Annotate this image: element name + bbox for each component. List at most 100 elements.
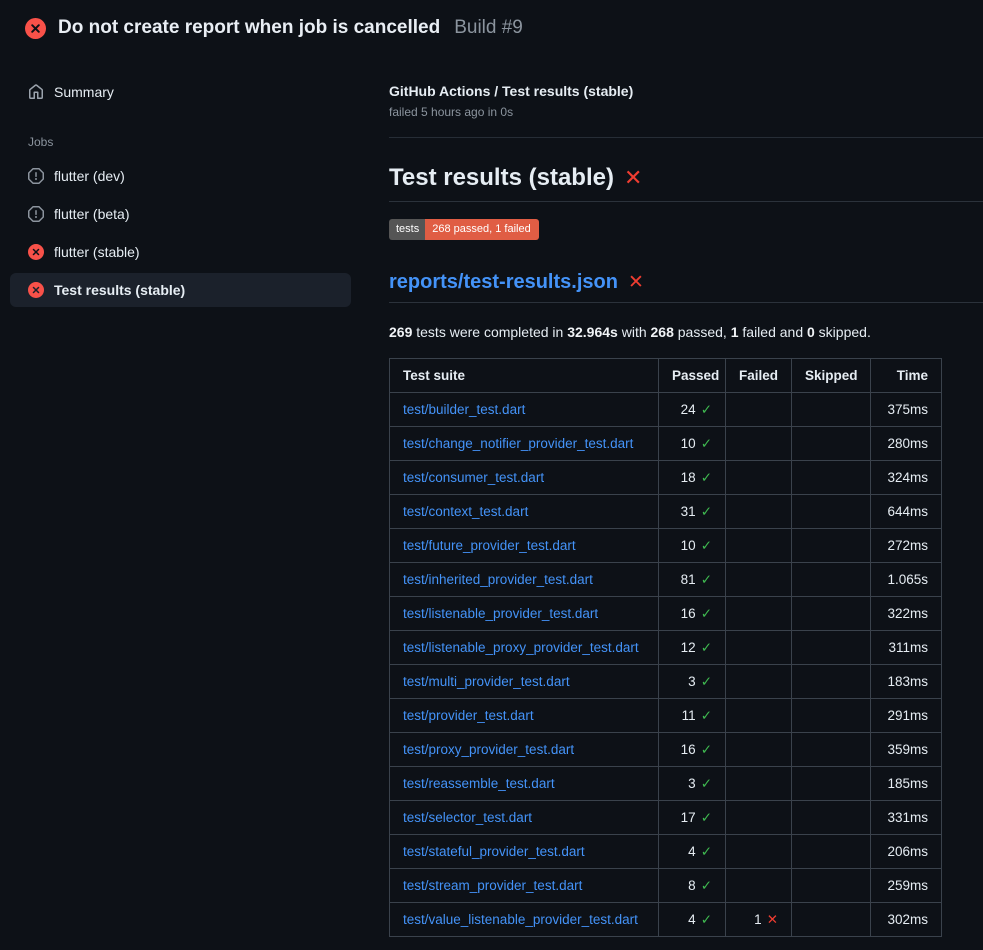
stop-cancelled-icon [28,168,44,184]
skipped-cell [792,699,871,733]
failed-x-icon: ✕ [624,165,642,191]
table-row: test/context_test.dart31✓644ms [390,495,942,529]
check-icon: ✓ [701,776,712,791]
table-row: test/future_provider_test.dart10✓272ms [390,529,942,563]
col-failed: Failed [726,359,792,393]
stop-cancelled-icon [28,206,44,222]
sidebar-item-flutter-dev[interactable]: flutter (dev) [10,159,351,193]
suite-link[interactable]: test/future_provider_test.dart [403,538,576,553]
failed-cell [726,393,792,427]
failed-cell [726,597,792,631]
divider [389,137,983,138]
check-icon: ✓ [701,810,712,825]
skipped-cell [792,733,871,767]
time-cell: 302ms [871,903,942,937]
failed-cell [726,665,792,699]
table-row: test/provider_test.dart11✓291ms [390,699,942,733]
failed-cell [726,733,792,767]
summary-fragment: failed and [739,324,808,340]
passed-cell: 10✓ [659,427,726,461]
suite-cell: test/provider_test.dart [390,699,659,733]
table-row: test/consumer_test.dart18✓324ms [390,461,942,495]
table-row: test/stateful_provider_test.dart4✓206ms [390,835,942,869]
test-results-table: Test suite Passed Failed Skipped Time te… [389,358,942,937]
table-row: test/inherited_provider_test.dart81✓1.06… [390,563,942,597]
skipped-cell [792,597,871,631]
count-value: 24 [681,402,696,417]
check-icon: ✓ [701,606,712,621]
failed-cell [726,869,792,903]
time-cell: 259ms [871,869,942,903]
suite-link[interactable]: test/stateful_provider_test.dart [403,844,585,859]
sidebar-item-summary[interactable]: Summary [10,75,351,109]
suite-link[interactable]: test/multi_provider_test.dart [403,674,570,689]
suite-link[interactable]: test/inherited_provider_test.dart [403,572,593,587]
count-value: 10 [681,538,696,553]
time-cell: 331ms [871,801,942,835]
suite-link[interactable]: test/reassemble_test.dart [403,776,555,791]
report-file-heading: reports/test-results.json ✕ [389,271,983,303]
skipped-cell [792,631,871,665]
suite-link[interactable]: test/stream_provider_test.dart [403,878,582,893]
sidebar-item-label: flutter (dev) [54,168,125,184]
suite-cell: test/listenable_proxy_provider_test.dart [390,631,659,665]
count-value: 16 [681,606,696,621]
passed-cell: 8✓ [659,869,726,903]
suite-link[interactable]: test/selector_test.dart [403,810,532,825]
count-value: 4 [688,844,696,859]
time-cell: 375ms [871,393,942,427]
passed-cell: 17 ✓ [659,801,726,835]
suite-link[interactable]: test/builder_test.dart [403,402,525,417]
sidebar-item-test-results-stable[interactable]: Test results (stable) [10,273,351,307]
suite-link[interactable]: test/value_listenable_provider_test.dart [403,912,638,927]
count-value: 4 [688,912,696,927]
passed-cell: 24✓ [659,393,726,427]
skipped-cell [792,563,871,597]
passed-cell: 10✓ [659,529,726,563]
suite-cell: test/change_notifier_provider_test.dart [390,427,659,461]
passed-cell: 12✓ [659,631,726,665]
time-cell: 291ms [871,699,942,733]
count-value: 18 [681,470,696,485]
passed-cell: 4✓ [659,903,726,937]
check-icon: ✓ [701,470,712,485]
check-run-titlebar: Do not create report when job is cancell… [0,0,983,53]
suite-cell: test/multi_provider_test.dart [390,665,659,699]
failed-cell [726,563,792,597]
suite-link[interactable]: test/provider_test.dart [403,708,534,723]
report-file-link[interactable]: reports/test-results.json [389,271,618,294]
suite-link[interactable]: test/consumer_test.dart [403,470,544,485]
cross-icon: ✕ [767,912,778,927]
suite-link[interactable]: test/change_notifier_provider_test.dart [403,436,633,451]
summary-fragment: 0 [807,324,815,340]
skipped-cell [792,427,871,461]
count-value: 31 [681,504,696,519]
col-test-suite: Test suite [390,359,659,393]
skipped-cell [792,869,871,903]
sidebar-item-flutter-beta[interactable]: flutter (beta) [10,197,351,231]
suite-cell: test/builder_test.dart [390,393,659,427]
count-value: 17 [681,810,696,825]
summary-fragment: 32.964s [567,324,618,340]
suite-cell: test/consumer_test.dart [390,461,659,495]
badge-label: tests [389,219,425,240]
failed-cell [726,427,792,461]
check-icon: ✓ [701,674,712,689]
sidebar: Summary Jobs flutter (dev) flutter (beta… [0,53,389,311]
time-cell: 322ms [871,597,942,631]
table-row: test/selector_test.dart 17 ✓ 331ms [390,801,942,835]
failed-x-icon: ✕ [628,271,644,294]
suite-link[interactable]: test/listenable_proxy_provider_test.dart [403,640,639,655]
skipped-cell [792,665,871,699]
failed-cell [726,529,792,563]
skipped-cell [792,461,871,495]
suite-link[interactable]: test/context_test.dart [403,504,528,519]
suite-link[interactable]: test/proxy_provider_test.dart [403,742,574,757]
table-row: test/builder_test.dart 24✓ 375ms [390,393,942,427]
sidebar-item-flutter-stable[interactable]: flutter (stable) [10,235,351,269]
suite-link[interactable]: test/listenable_provider_test.dart [403,606,598,621]
table-row: test/reassemble_test.dart3✓185ms [390,767,942,801]
suite-cell: test/context_test.dart [390,495,659,529]
col-time: Time [871,359,942,393]
time-cell: 311ms [871,631,942,665]
